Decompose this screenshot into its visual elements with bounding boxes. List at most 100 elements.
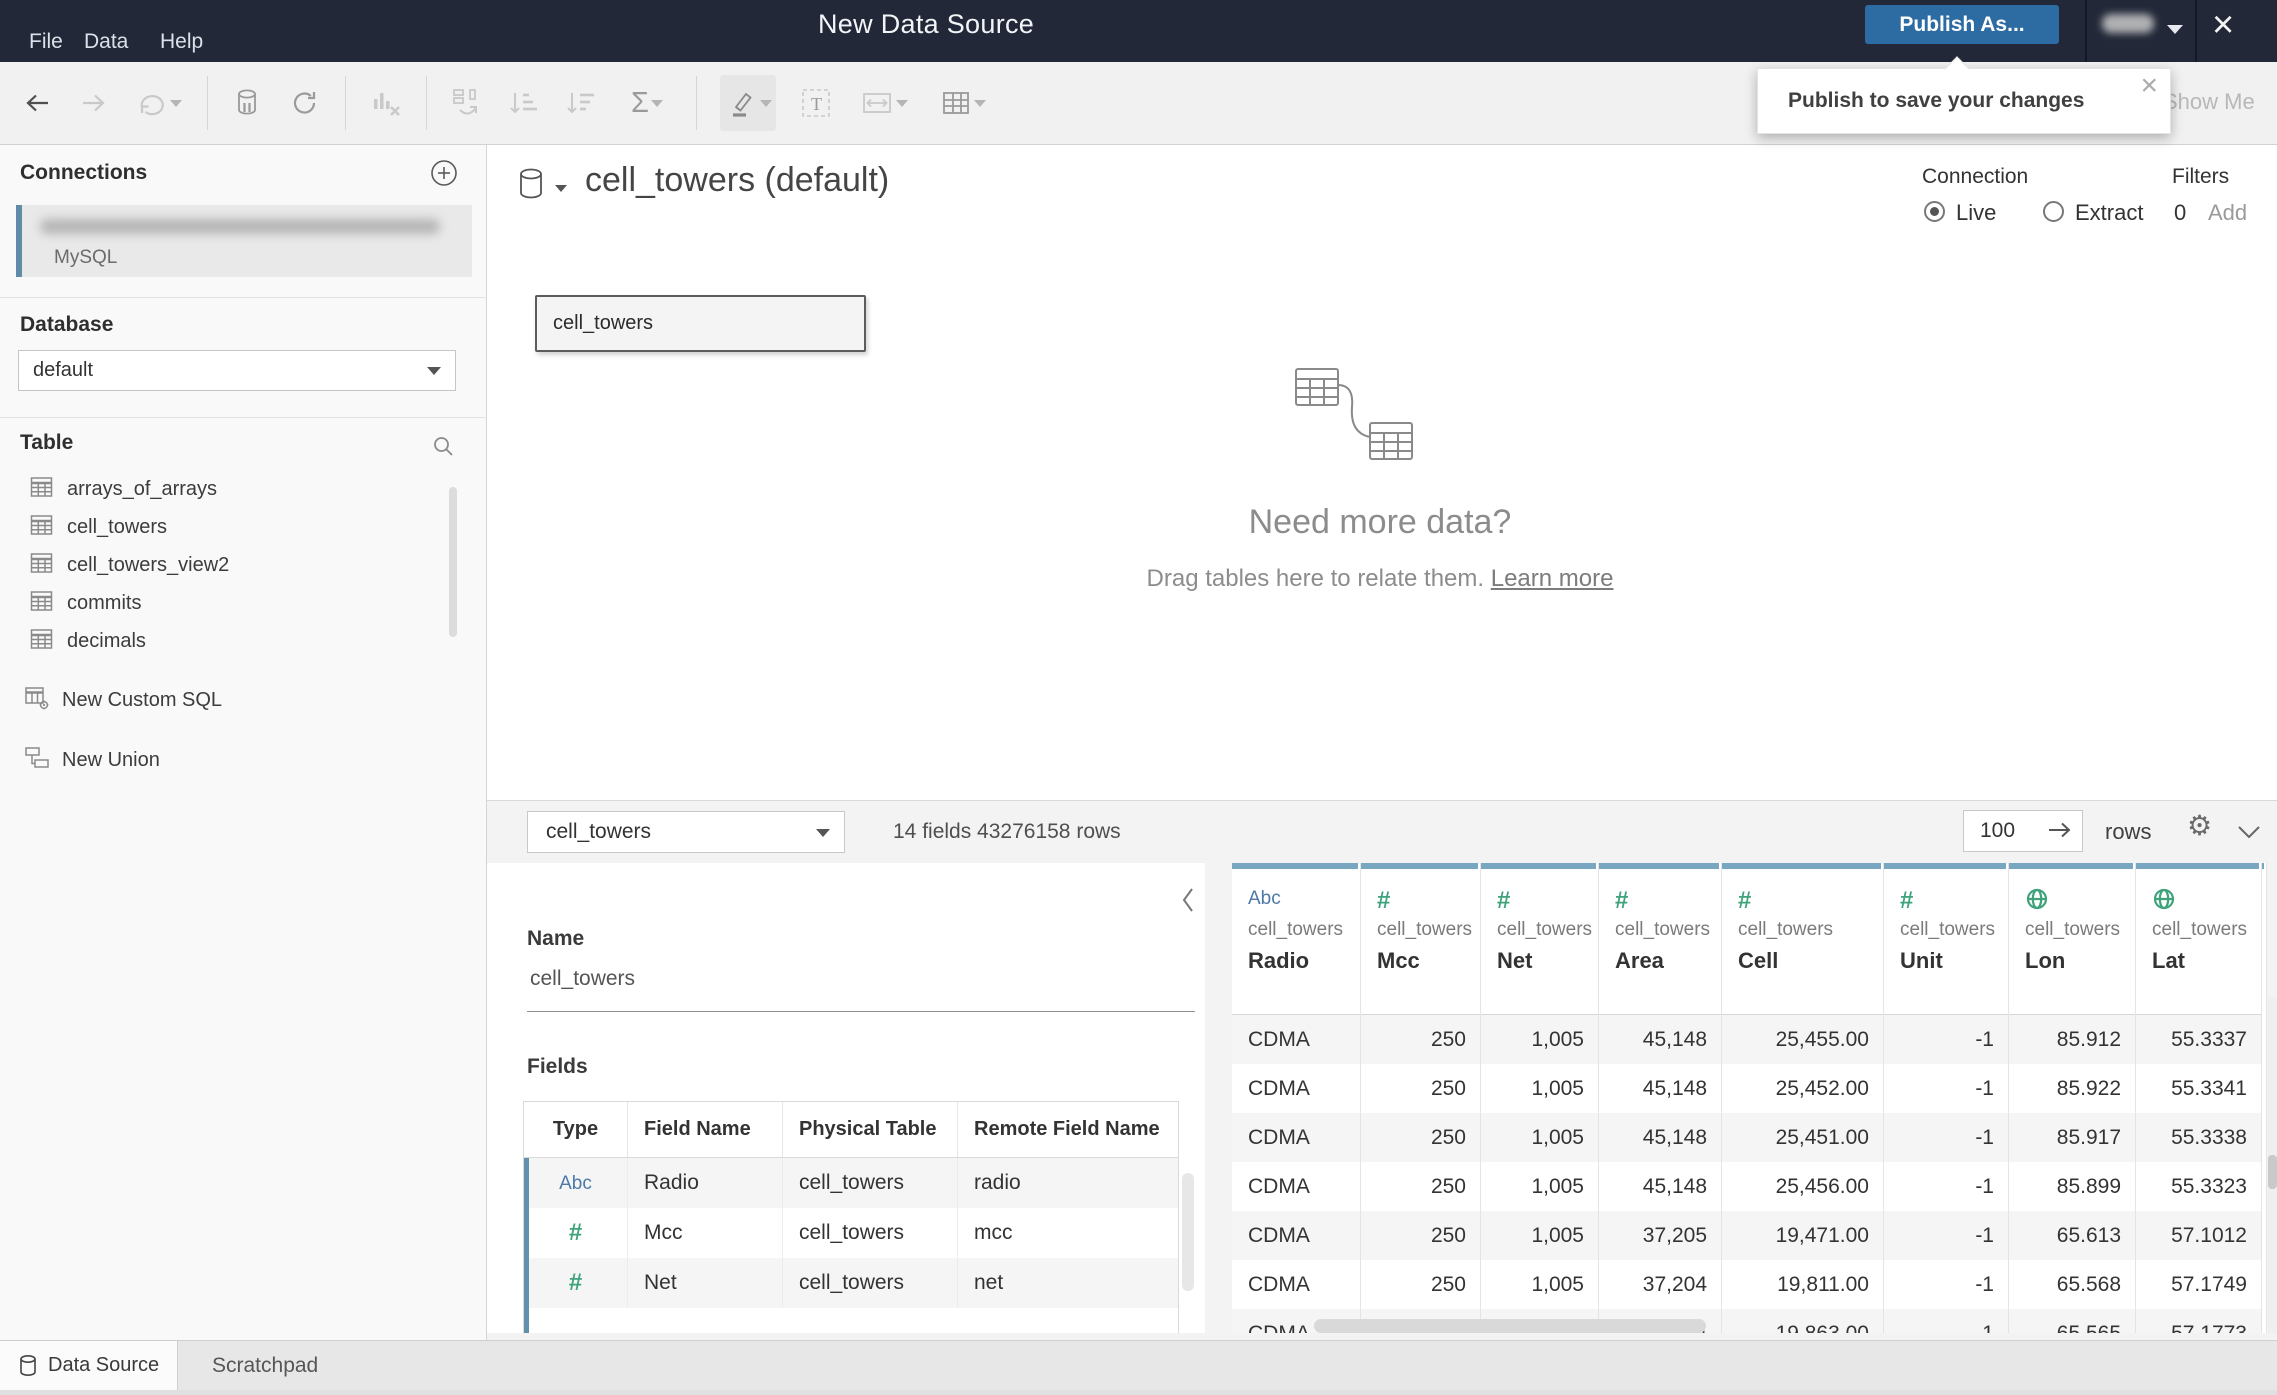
grid-column-header[interactable]: cell_towers Lon [2009,887,2135,1015]
table-item-label: decimals [67,629,146,652]
fields-column-header: Type [524,1102,628,1157]
show-me-button[interactable]: Show Me [2163,89,2255,115]
publish-as-button[interactable]: Publish As... [1865,5,2059,44]
sidebar-table-commits[interactable]: commits [0,584,487,622]
grid-cell: 1,005 [1481,1211,1598,1260]
grid-header-field-name: Radio [1248,948,1310,973]
user-account-chip[interactable] [2102,14,2154,33]
table-list-scrollbar[interactable] [449,487,457,637]
collapse-metadata-chevron-icon[interactable] [1181,887,1195,918]
sidebar-table-cell_towers[interactable]: cell_towers [0,508,487,546]
remote-field-cell: mcc [974,1221,1013,1244]
apply-rows-arrow-icon[interactable] [2047,819,2073,846]
clear-sheet-icon[interactable] [369,86,403,120]
user-caret-icon[interactable] [2167,25,2183,34]
grid-column-header[interactable]: # cell_towers Cell [1722,887,1883,1015]
connection-accent-bar [16,205,22,277]
grid-header-table-name: cell_towers [1248,919,1344,940]
name-value[interactable]: cell_towers [530,967,635,991]
tab-scratchpad[interactable]: Scratchpad [178,1341,598,1390]
gear-icon[interactable]: ⚙ [2187,809,2212,842]
radio-live[interactable] [1924,201,1945,222]
table-preview-select[interactable]: cell_towers [527,811,845,853]
grid-header-table-name: cell_towers [1377,919,1473,940]
menu-help[interactable]: Help [160,30,203,54]
grid-horizontal-scrollbar-thumb[interactable] [1314,1319,1706,1333]
sidebar-table-arrays_of_arrays[interactable]: arrays_of_arrays [0,470,487,508]
cells-icon[interactable] [935,86,991,120]
metadata-panel: Name cell_towers Fields Type Field Name Ph… [487,863,1205,1333]
grid-cell: -1 [1884,1015,2008,1064]
remote-field-cell: net [974,1271,1004,1294]
grid-vertical-scrollbar[interactable] [2268,997,2277,1333]
column-highlight-strip [1361,863,1478,869]
sidebar-table-decimals[interactable]: decimals [0,622,487,660]
sidebar-table-cell_towers_view2[interactable]: cell_towers_view2 [0,546,487,584]
new-custom-sql-item[interactable]: New Custom SQL [0,681,487,719]
grid-column-header[interactable]: # cell_towers Area [1599,887,1721,1015]
titlebar-separator [2195,0,2197,62]
sidebar-divider [0,417,487,418]
grid-cell: 65.565 [2009,1309,2135,1333]
relationship-canvas: cell_towers (default) Connection Live Ex… [487,145,2277,800]
data-preview-grid: Abc cell_towers Radio CDMA CDMA CDMA CDMA CDMA C… [1232,863,2277,1333]
radio-extract[interactable] [2043,201,2064,222]
fields-scrollbar[interactable] [1182,1173,1194,1291]
highlight-icon[interactable] [720,75,776,131]
fit-selector-icon[interactable] [856,86,912,120]
grid-cell: 45,148 [1642,1175,1707,1198]
database-select[interactable]: default [18,350,456,391]
grid-cell: 1,005 [1531,1273,1584,1296]
undo-icon[interactable] [20,86,54,120]
status-strip [0,1390,2277,1395]
grid-cell: 55.3337 [2136,1015,2261,1064]
tab-data-source[interactable]: Data Source [0,1341,178,1390]
field-row-radio[interactable]: Abc Radio cell_towers radio [524,1158,1178,1208]
window-close-button[interactable]: × [2212,4,2234,47]
text-label-icon[interactable]: T [799,86,833,120]
collapse-pane-chevron-icon[interactable] [2237,825,2261,844]
grid-column-header[interactable]: cell_towers Lat [2136,887,2261,1015]
grid-cell: 250 [1361,1015,1480,1064]
globe-type-icon [2152,887,2261,915]
grid-column-header[interactable]: # cell_towers Mcc [1361,887,1480,1015]
grid-cell: 250 [1430,1175,1466,1198]
field-row-mcc[interactable]: # Mcc cell_towers mcc [524,1208,1178,1258]
number-type-icon: # [1377,887,1391,914]
field-row-net[interactable]: # Net cell_towers net [524,1258,1178,1308]
learn-more-link[interactable]: Learn more [1491,565,1614,592]
search-icon[interactable] [432,435,454,462]
grid-column-header[interactable]: # cell_towers Net [1481,887,1598,1015]
refresh-icon[interactable] [288,86,322,120]
grid-column-header[interactable]: # cell_towers Unit [1884,887,2008,1015]
chevron-down-icon [816,829,830,837]
grid-column-header[interactable]: Abc cell_towers Radio [1232,887,1360,1015]
menu-data[interactable]: Data [84,30,128,54]
grid-vertical-scrollbar-thumb[interactable] [2268,1155,2277,1189]
replay-icon[interactable] [134,86,184,120]
grid-cell: -1 [1884,1309,2008,1333]
sort-descending-icon[interactable] [564,86,598,120]
add-connection-icon[interactable] [430,159,458,192]
tooltip-close-icon[interactable]: × [2140,69,2158,103]
relate-tables-illustration [1294,367,1420,472]
totals-icon[interactable]: Σ [621,86,673,120]
pause-updates-icon[interactable] [231,86,265,120]
connection-item[interactable]: MySQL [16,205,472,277]
swap-rows-columns-icon[interactable] [450,86,484,120]
grid-cell: 55.3341 [2171,1077,2247,1100]
sort-ascending-icon[interactable] [507,86,541,120]
grid-cell: 19,811.00 [1777,1273,1869,1296]
table-node-cell-towers[interactable]: cell_towers [535,295,866,352]
menu-file[interactable]: File [29,30,63,54]
toolbar-separator [426,76,427,130]
new-union-item[interactable]: New Union [0,741,487,779]
grid-cell: -1 [1975,1077,1994,1100]
table-node-label: cell_towers [553,312,654,334]
filters-add-button[interactable]: Add [2208,200,2247,226]
new-union-label: New Union [62,748,160,771]
connections-header: Connections [20,161,148,184]
number-type-icon: # [524,1258,628,1308]
redo-icon[interactable] [77,86,111,120]
datasource-caret-icon[interactable] [555,185,567,192]
